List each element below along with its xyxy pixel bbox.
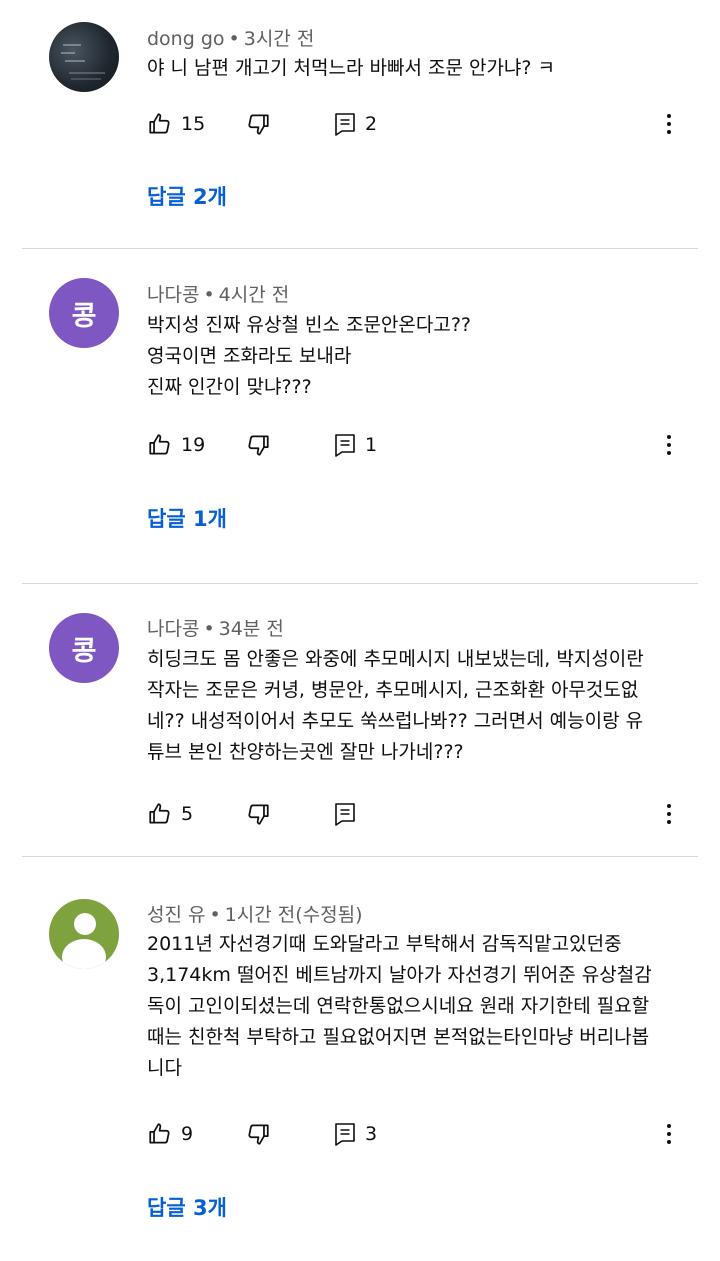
dislike-button[interactable] [245, 109, 271, 139]
reply-count: 2 [365, 113, 378, 135]
like-button[interactable]: 5 [147, 799, 193, 829]
like-count: 19 [181, 434, 206, 456]
thumbs-up-icon [149, 803, 170, 824]
comment-text-line: 때는 친한척 부탁하고 필요없어지면 본적없는타인마냥 버리나봅 [147, 1026, 650, 1048]
comment-time: 34분 전 [218, 618, 284, 640]
like-count: 15 [181, 113, 206, 135]
comment-text-line: 진짜 인간이 맞냐??? [147, 376, 312, 398]
reply-count: 1 [365, 434, 378, 456]
comment-text-line: 히딩크도 몸 안좋은 와중에 추모메시지 내보냈는데, 박지성이란 [147, 648, 644, 670]
default-user-icon[interactable] [49, 899, 119, 969]
thumbs-up-icon [149, 434, 170, 455]
like-button[interactable]: 9 [147, 1119, 193, 1149]
comment-text-line: 영국이면 조화라도 보내라 [147, 345, 352, 367]
divider [22, 583, 698, 584]
reply-count: 3 [365, 1123, 378, 1145]
avatar[interactable]: 콩 [49, 278, 119, 348]
comment-text-line: 2011년 자선경기때 도와달라고 부탁해서 감독직맡고있던중 [147, 933, 622, 955]
view-replies-button[interactable]: 답글 3개 [147, 1192, 227, 1222]
reply-icon [335, 113, 355, 136]
comment-text-line: 독이 고인이되셨는데 연락한통없으시네요 원래 자기한테 필요할 [147, 995, 650, 1017]
author-name[interactable]: dong go [147, 28, 225, 50]
reply-icon [335, 803, 355, 826]
meta-separator: • [228, 28, 240, 50]
divider [22, 248, 698, 249]
meta-separator: • [209, 904, 221, 926]
comment-text-line: 작자는 조문은 커녕, 병문안, 추모메시지, 근조화환 아무것도없 [147, 679, 639, 701]
more-vert-icon[interactable] [665, 1119, 673, 1149]
more-vert-icon[interactable] [665, 799, 673, 829]
comment-text-line: 네?? 내성적이어서 추모도 쑥쓰럽나봐?? 그러면서 예능이랑 유 [147, 710, 644, 732]
dislike-button[interactable] [245, 1119, 271, 1149]
reply-button[interactable]: 1 [333, 430, 377, 460]
more-vert-icon[interactable] [665, 109, 673, 139]
comment-time: 1시간 전(수정됨) [224, 904, 363, 926]
more-vert-icon[interactable] [665, 430, 673, 460]
thumbs-down-icon [248, 804, 269, 825]
comment-actions: 19 1 [147, 430, 687, 460]
thumbs-down-icon [248, 114, 269, 135]
dislike-button[interactable] [245, 799, 271, 829]
like-count: 9 [181, 1123, 194, 1145]
comment-text: 박지성 진짜 유상철 빈소 조문안온다고?? 영국이면 조화라도 보내라 진짜 … [147, 310, 687, 403]
reply-button[interactable]: 2 [333, 109, 377, 139]
comment-text-line: 박지성 진짜 유상철 빈소 조문안온다고?? [147, 314, 472, 336]
comment-actions: 9 3 [147, 1119, 687, 1149]
comment-text-line: 튜브 본인 찬양하는곳엔 잘만 나가네??? [147, 741, 464, 763]
like-button[interactable]: 19 [147, 430, 205, 460]
view-replies-button[interactable]: 답글 1개 [147, 503, 227, 533]
divider [22, 856, 698, 857]
comment-text-line: 야 니 남편 개고기 처먹느라 바빠서 조문 안가냐? ㅋ [147, 57, 556, 79]
like-count: 5 [181, 803, 194, 825]
comment-text: 2011년 자선경기때 도와달라고 부탁해서 감독직맡고있던중 3,174km … [147, 929, 687, 1084]
meta-separator: • [203, 284, 215, 306]
view-replies-button[interactable]: 답글 2개 [147, 181, 227, 211]
avatar[interactable]: 콩 [49, 613, 119, 683]
author-name[interactable]: 성진 유 [147, 904, 205, 926]
avatar[interactable] [49, 22, 119, 92]
comment-meta: 성진 유 • 1시간 전(수정됨) [147, 900, 363, 927]
comment-meta: 나다콩 • 4시간 전 [147, 280, 289, 307]
reply-icon [335, 1123, 355, 1146]
reply-button[interactable]: 3 [333, 1119, 377, 1149]
thumbs-down-icon [248, 1124, 269, 1145]
comment-meta: 나다콩 • 34분 전 [147, 614, 284, 641]
comment-text: 야 니 남편 개고기 처먹느라 바빠서 조문 안가냐? ㅋ [147, 53, 687, 84]
comment-text-line: 3,174km 떨어진 베트남까지 날아가 자선경기 뛰어준 유상철감 [147, 964, 652, 986]
author-name[interactable]: 나다콩 [147, 618, 199, 640]
like-button[interactable]: 15 [147, 109, 205, 139]
comment-time: 3시간 전 [243, 28, 315, 50]
comment-actions: 15 2 [147, 109, 687, 139]
reply-button[interactable] [333, 799, 357, 829]
dislike-button[interactable] [245, 430, 271, 460]
comment-time: 4시간 전 [218, 284, 290, 306]
comment-actions: 5 [147, 799, 687, 829]
thumbs-up-icon [149, 113, 170, 134]
meta-separator: • [203, 618, 215, 640]
reply-icon [335, 434, 355, 457]
comment-text-line: 니다 [147, 1057, 182, 1079]
author-name[interactable]: 나다콩 [147, 284, 199, 306]
thumbs-up-icon [149, 1123, 170, 1144]
thumbs-down-icon [248, 435, 269, 456]
comment-text: 히딩크도 몸 안좋은 와중에 추모메시지 내보냈는데, 박지성이란 작자는 조문… [147, 644, 687, 768]
comment-meta: dong go • 3시간 전 [147, 24, 314, 51]
